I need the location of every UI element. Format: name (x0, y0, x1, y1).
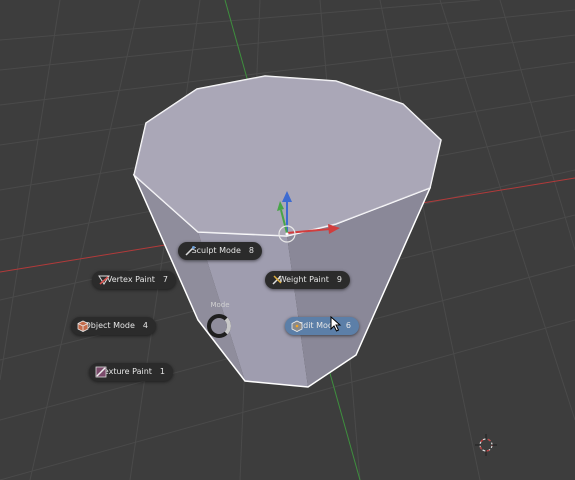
pie-item-edit-mode[interactable]: Edit Mode 6 (285, 317, 359, 335)
pie-item-shortcut: 6 (345, 321, 351, 330)
pie-item-shortcut: 1 (159, 367, 165, 376)
pie-item-vertex-paint[interactable]: Vertex Paint 7 (92, 271, 176, 289)
pie-item-shortcut: 8 (248, 246, 254, 255)
vertex-paint-icon (98, 274, 110, 286)
pie-item-weight-paint[interactable]: Weight Paint 9 (265, 271, 350, 289)
pie-item-label: Texture Paint (100, 367, 152, 376)
pie-item-label: Vertex Paint (106, 275, 155, 284)
pie-item-texture-paint[interactable]: Texture Paint 1 (89, 363, 173, 381)
3d-viewport[interactable]: Mode Sculpt Mode 8 Vertex Paint 7 Weight… (0, 0, 575, 480)
viewport-canvas (0, 0, 575, 480)
pie-item-label: Weight Paint (278, 275, 329, 284)
pie-menu-direction-indicator (207, 314, 231, 338)
edit-mesh-icon (291, 320, 303, 332)
pie-item-shortcut: 9 (336, 275, 342, 284)
pie-item-label: Sculpt Mode (191, 246, 241, 255)
object-cube-icon (77, 320, 89, 332)
texture-paint-icon (95, 366, 107, 378)
weight-paint-icon (271, 274, 282, 286)
sculpt-brush-icon (184, 245, 195, 257)
pie-item-sculpt-mode[interactable]: Sculpt Mode 8 (178, 242, 262, 260)
pie-item-label: Object Mode (84, 321, 135, 330)
3d-cursor-icon[interactable] (475, 434, 497, 456)
pie-menu-title: Mode (210, 301, 230, 309)
pie-item-shortcut: 7 (162, 275, 168, 284)
pie-item-object-mode[interactable]: Object Mode 4 (71, 317, 156, 335)
pie-item-shortcut: 4 (142, 321, 148, 330)
